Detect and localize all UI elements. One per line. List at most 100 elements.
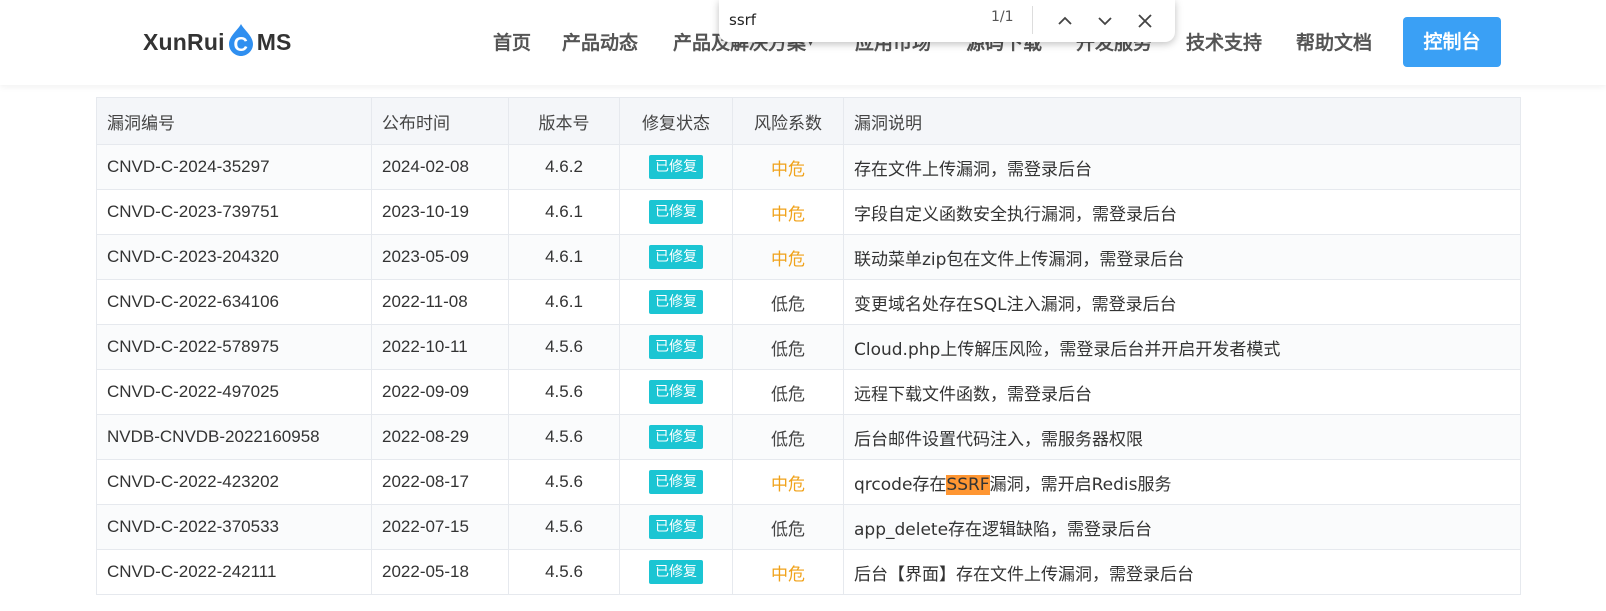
cell-description: qrcode存在SSRF漏洞，需开启Redis服务: [843, 459, 1521, 505]
console-button[interactable]: 控制台: [1403, 17, 1501, 67]
cell-description: 后台邮件设置代码注入，需服务器权限: [843, 414, 1521, 460]
nav-label: 帮助文档: [1296, 32, 1373, 54]
col-header-version: 版本号: [508, 97, 620, 145]
cell-risk: 中危: [732, 549, 844, 595]
risk-label: 中危: [771, 564, 805, 585]
cell-risk: 中危: [732, 234, 844, 280]
cell-risk: 中危: [732, 144, 844, 190]
cell-status: 已修复: [619, 369, 733, 415]
status-badge: 已修复: [649, 470, 703, 494]
col-header-risk: 风险系数: [732, 97, 844, 145]
desc-text: app_delete存在逻辑缺陷，需登录后台: [854, 519, 1153, 540]
nav-home[interactable]: 首页: [493, 27, 531, 59]
find-bar: 1/1: [719, 0, 1175, 42]
cell-id: CNVD-C-2022-578975: [96, 324, 372, 370]
find-next-button[interactable]: [1091, 7, 1119, 35]
table-row: CNVD-C-2022-370533 2022-07-15 4.5.6 已修复 低危 ap…: [96, 504, 1521, 550]
cell-description: 存在文件上传漏洞，需登录后台: [843, 144, 1521, 190]
table-row: CNVD-C-2023-739751 2023-10-19 4.6.1 已修复 中危 字段…: [96, 189, 1521, 235]
cell-risk: 低危: [732, 279, 844, 325]
col-header-date: 公布时间: [371, 97, 509, 145]
cell-version: 4.6.2: [508, 144, 620, 190]
cell-description: Cloud.php上传解压风险，需登录后台并开启开发者模式: [843, 324, 1521, 370]
desc-text: 远程下载文件函数，需登录后台: [854, 384, 1092, 405]
table-body: CNVD-C-2024-35297 2024-02-08 4.6.2 已修复 中危 存在文…: [96, 144, 1521, 595]
cell-status: 已修复: [619, 459, 733, 505]
cell-id: CNVD-C-2022-497025: [96, 369, 372, 415]
cell-date: 2022-08-29: [371, 414, 509, 460]
cell-id: CNVD-C-2023-204320: [96, 234, 372, 280]
nav-tech-support[interactable]: 技术支持: [1186, 27, 1262, 59]
table-row: CNVD-C-2022-578975 2022-10-11 4.5.6 已修复 低危 Cl…: [96, 324, 1521, 370]
table-row: CNVD-C-2023-204320 2023-05-09 4.6.1 已修复 中危 联动…: [96, 234, 1521, 280]
cell-status: 已修复: [619, 324, 733, 370]
cell-version: 4.6.1: [508, 234, 620, 280]
cell-id: CNVD-C-2022-242111: [96, 549, 372, 595]
cell-id: CNVD-C-2024-35297: [96, 144, 372, 190]
find-previous-button[interactable]: [1051, 7, 1079, 35]
status-badge: 已修复: [649, 200, 703, 224]
cell-risk: 中危: [732, 189, 844, 235]
cell-description: 联动菜单zip包在文件上传漏洞，需登录后台: [843, 234, 1521, 280]
cell-risk: 低危: [732, 369, 844, 415]
vulnerability-table-wrapper: 漏洞编号 公布时间 版本号 修复状态 风险系数 漏洞说明 CNVD-C-2024…: [96, 97, 1521, 595]
risk-label: 中危: [771, 159, 805, 180]
cell-version: 4.5.6: [508, 549, 620, 595]
nav-label: 产品动态: [562, 32, 639, 54]
cell-risk: 中危: [732, 459, 844, 505]
status-badge: 已修复: [649, 155, 703, 179]
cell-id: CNVD-C-2023-739751: [96, 189, 372, 235]
col-header-description: 漏洞说明: [843, 97, 1521, 145]
cell-status: 已修复: [619, 279, 733, 325]
close-icon: [1138, 14, 1152, 28]
cell-description: app_delete存在逻辑缺陷，需登录后台: [843, 504, 1521, 550]
cell-version: 4.5.6: [508, 324, 620, 370]
chevron-up-icon: [1058, 16, 1072, 25]
status-badge: 已修复: [649, 425, 703, 449]
col-header-id: 漏洞编号: [96, 97, 372, 145]
risk-label: 中危: [771, 474, 805, 495]
cell-date: 2022-11-08: [371, 279, 509, 325]
status-badge: 已修复: [649, 245, 703, 269]
table-row: CNVD-C-2022-634106 2022-11-08 4.6.1 已修复 低危 变更…: [96, 279, 1521, 325]
cell-date: 2022-10-11: [371, 324, 509, 370]
status-badge: 已修复: [649, 515, 703, 539]
table-row: NVDB-CNVDB-2022160958 2022-08-29 4.5.6 已修复 低…: [96, 414, 1521, 460]
cell-version: 4.5.6: [508, 504, 620, 550]
find-divider: [1032, 6, 1033, 34]
cell-id: CNVD-C-2022-423202: [96, 459, 372, 505]
desc-text: 存在文件上传漏洞，需登录后台: [854, 159, 1092, 180]
nav-label: 首页: [493, 32, 532, 54]
find-input[interactable]: [729, 8, 979, 32]
cell-risk: 低危: [732, 324, 844, 370]
cell-version: 4.6.1: [508, 189, 620, 235]
risk-label: 低危: [771, 294, 805, 315]
vulnerability-table: 漏洞编号 公布时间 版本号 修复状态 风险系数 漏洞说明 CNVD-C-2024…: [96, 97, 1521, 595]
cell-version: 4.5.6: [508, 369, 620, 415]
cell-status: 已修复: [619, 144, 733, 190]
logo[interactable]: XunRui C MS: [143, 22, 292, 62]
nav-product-news[interactable]: 产品动态: [562, 27, 638, 59]
find-close-button[interactable]: [1131, 7, 1159, 35]
cell-date: 2023-10-19: [371, 189, 509, 235]
cell-date: 2022-05-18: [371, 549, 509, 595]
desc-text: 变更域名处存在SQL注入漏洞，需登录后台: [854, 294, 1177, 315]
cell-status: 已修复: [619, 414, 733, 460]
cell-version: 4.6.1: [508, 279, 620, 325]
cell-version: 4.5.6: [508, 414, 620, 460]
cell-risk: 低危: [732, 414, 844, 460]
status-badge: 已修复: [649, 560, 703, 584]
logo-text-post: MS: [256, 28, 292, 55]
nav-help-docs[interactable]: 帮助文档: [1296, 27, 1372, 59]
cell-description: 后台【界面】存在文件上传漏洞，需登录后台: [843, 549, 1521, 595]
risk-label: 低危: [771, 384, 805, 405]
cell-date: 2023-05-09: [371, 234, 509, 280]
cell-risk: 低危: [732, 504, 844, 550]
cell-id: CNVD-C-2022-634106: [96, 279, 372, 325]
desc-text: 字段自定义函数安全执行漏洞，需登录后台: [854, 204, 1177, 225]
table-row: CNVD-C-2024-35297 2024-02-08 4.6.2 已修复 中危 存在文…: [96, 144, 1521, 190]
cell-date: 2022-09-09: [371, 369, 509, 415]
risk-label: 低危: [771, 429, 805, 450]
risk-label: 低危: [771, 339, 805, 360]
status-badge: 已修复: [649, 290, 703, 314]
